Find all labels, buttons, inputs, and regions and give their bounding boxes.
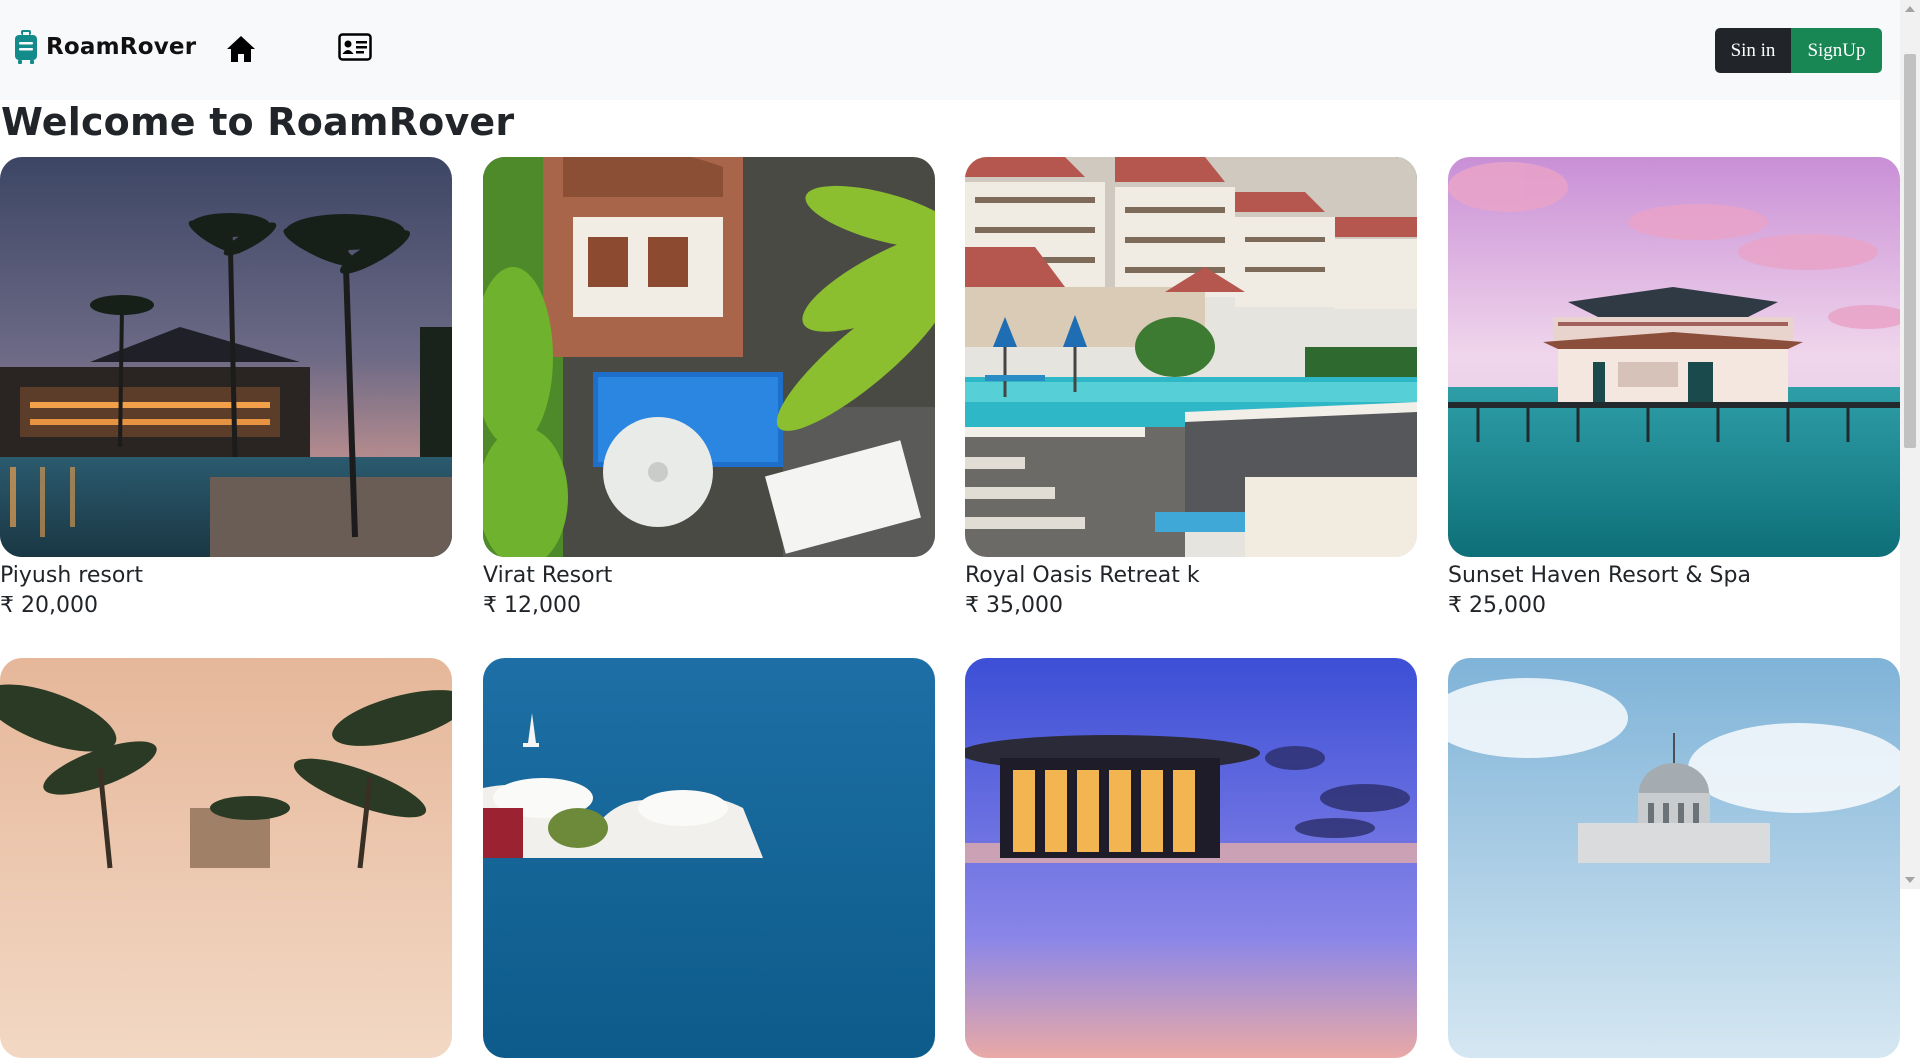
scrollbar-thumb[interactable] xyxy=(1904,54,1916,448)
listing-card[interactable] xyxy=(0,658,452,1058)
listing-image[interactable] xyxy=(483,658,935,1058)
home-icon[interactable] xyxy=(226,35,256,63)
listing-image[interactable] xyxy=(0,157,452,557)
luggage-icon xyxy=(15,30,37,64)
listing-image[interactable] xyxy=(965,658,1417,1058)
signin-button[interactable]: Sin in xyxy=(1715,28,1791,73)
scroll-down-arrow-icon[interactable] xyxy=(1905,877,1915,883)
listing-card[interactable] xyxy=(483,658,935,1058)
page-title: Welcome to RoamRover xyxy=(1,100,515,144)
listing-price: ₹ 12,000 xyxy=(483,593,581,618)
listing-image[interactable] xyxy=(0,658,452,1058)
brand-name: RoamRover xyxy=(46,34,197,60)
listing-card[interactable]: Virat Resort ₹ 12,000 xyxy=(483,157,935,621)
signup-button[interactable]: SignUp xyxy=(1791,28,1882,73)
contact-card-icon[interactable] xyxy=(338,33,372,61)
vertical-scrollbar[interactable] xyxy=(1900,0,1920,889)
listing-image[interactable] xyxy=(1448,157,1900,557)
listing-image[interactable] xyxy=(965,157,1417,557)
brand[interactable]: RoamRover xyxy=(14,30,196,64)
listing-card[interactable]: Sunset Haven Resort & Spa ₹ 25,000 xyxy=(1448,157,1900,621)
listing-card[interactable]: Piyush resort ₹ 20,000 xyxy=(0,157,452,621)
scroll-up-arrow-icon[interactable] xyxy=(1905,6,1915,12)
listing-image[interactable] xyxy=(1448,658,1900,1058)
listing-card[interactable] xyxy=(965,658,1417,1058)
listing-card[interactable] xyxy=(1448,658,1900,1058)
auth-button-group: Sin in SignUp xyxy=(1715,28,1882,73)
listing-title: Piyush resort xyxy=(0,563,143,588)
listing-image[interactable] xyxy=(483,157,935,557)
listing-title: Virat Resort xyxy=(483,563,613,588)
navbar: RoamRover Sin in SignUp xyxy=(0,0,1900,100)
listing-price: ₹ 35,000 xyxy=(965,593,1063,618)
listing-card[interactable]: Royal Oasis Retreat k ₹ 35,000 xyxy=(965,157,1417,621)
listing-title: Sunset Haven Resort & Spa xyxy=(1448,563,1751,588)
listing-price: ₹ 25,000 xyxy=(1448,593,1546,618)
listing-price: ₹ 20,000 xyxy=(0,593,98,618)
listing-title: Royal Oasis Retreat k xyxy=(965,563,1200,588)
